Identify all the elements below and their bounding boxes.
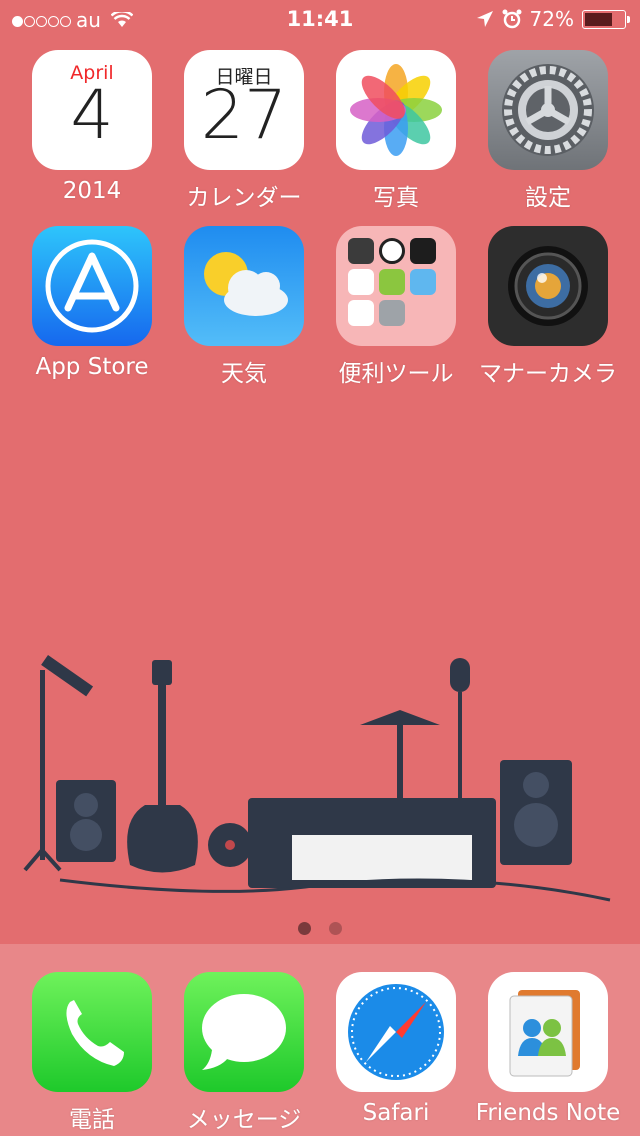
app-photos[interactable]: 写真 <box>320 50 472 212</box>
page-dot-2[interactable] <box>329 922 342 935</box>
app-label: カレンダー <box>186 185 302 211</box>
app-store-icon[interactable] <box>32 226 152 346</box>
folder-icon[interactable] <box>336 226 456 346</box>
clapper-mini-icon <box>348 238 374 264</box>
game-center-mini-icon <box>348 300 374 326</box>
camera-mini-icon <box>379 300 405 326</box>
alarm-clock-icon <box>502 9 522 29</box>
calendar-april-icon[interactable]: April 4 <box>32 50 152 170</box>
app-manner-camera[interactable]: マナーカメラ <box>472 226 624 388</box>
app-label: 2014 <box>62 178 122 204</box>
app-label: App Store <box>35 354 149 380</box>
app-weather[interactable]: 天気 <box>168 226 320 388</box>
app-label: マナーカメラ <box>479 361 617 387</box>
app-label: 天気 <box>221 361 267 387</box>
safari-compass-icon[interactable] <box>336 972 456 1092</box>
app-label: 便利ツール <box>338 361 454 387</box>
weather-icon[interactable] <box>184 226 304 346</box>
app-folder-tools[interactable]: 便利ツール <box>320 226 472 388</box>
app-label: Friends Note <box>475 1100 621 1126</box>
battery-percent: 72% <box>529 7 574 31</box>
dock-app-messages[interactable]: メッセージ <box>168 972 320 1134</box>
battery-icon <box>582 9 630 29</box>
app-label: 写真 <box>373 185 419 211</box>
settings-gear-icon[interactable] <box>488 50 608 170</box>
calendar-icon[interactable]: 日曜日 27 <box>184 50 304 170</box>
app-settings[interactable]: 設定 <box>472 50 624 212</box>
passbook-mini-icon <box>410 269 436 295</box>
app-calendar-2014[interactable]: April 4 2014 <box>16 50 168 204</box>
app-label: 電話 <box>69 1107 115 1133</box>
dock-app-friends-note[interactable]: Friends Note <box>472 972 624 1126</box>
app-label: Safari <box>362 1100 430 1126</box>
app-label: メッセージ <box>186 1107 302 1133</box>
app-calendar[interactable]: 日曜日 27 カレンダー <box>168 50 320 212</box>
messages-icon[interactable] <box>184 972 304 1092</box>
voice-memos-mini-icon <box>348 269 374 295</box>
calendar-day: 4 <box>70 76 114 155</box>
phone-icon[interactable] <box>32 972 152 1092</box>
newsstand-mini-icon <box>379 269 405 295</box>
page-dot-1[interactable] <box>298 922 311 935</box>
dock-app-phone[interactable]: 電話 <box>16 972 168 1134</box>
camera-lens-icon[interactable] <box>488 226 608 346</box>
app-app-store[interactable]: App Store <box>16 226 168 380</box>
clock-mini-icon <box>379 238 405 264</box>
friends-note-icon[interactable] <box>488 972 608 1092</box>
dock-app-safari[interactable]: Safari <box>320 972 472 1126</box>
status-bar: au 11:41 72% <box>0 0 640 40</box>
compass-mini-icon <box>410 238 436 264</box>
page-indicator[interactable] <box>0 922 640 935</box>
calendar-day: 27 <box>200 76 288 155</box>
photos-icon[interactable] <box>336 50 456 170</box>
location-arrow-icon <box>476 11 493 27</box>
app-label: 設定 <box>525 185 571 211</box>
music-instruments-wallpaper <box>23 655 611 902</box>
